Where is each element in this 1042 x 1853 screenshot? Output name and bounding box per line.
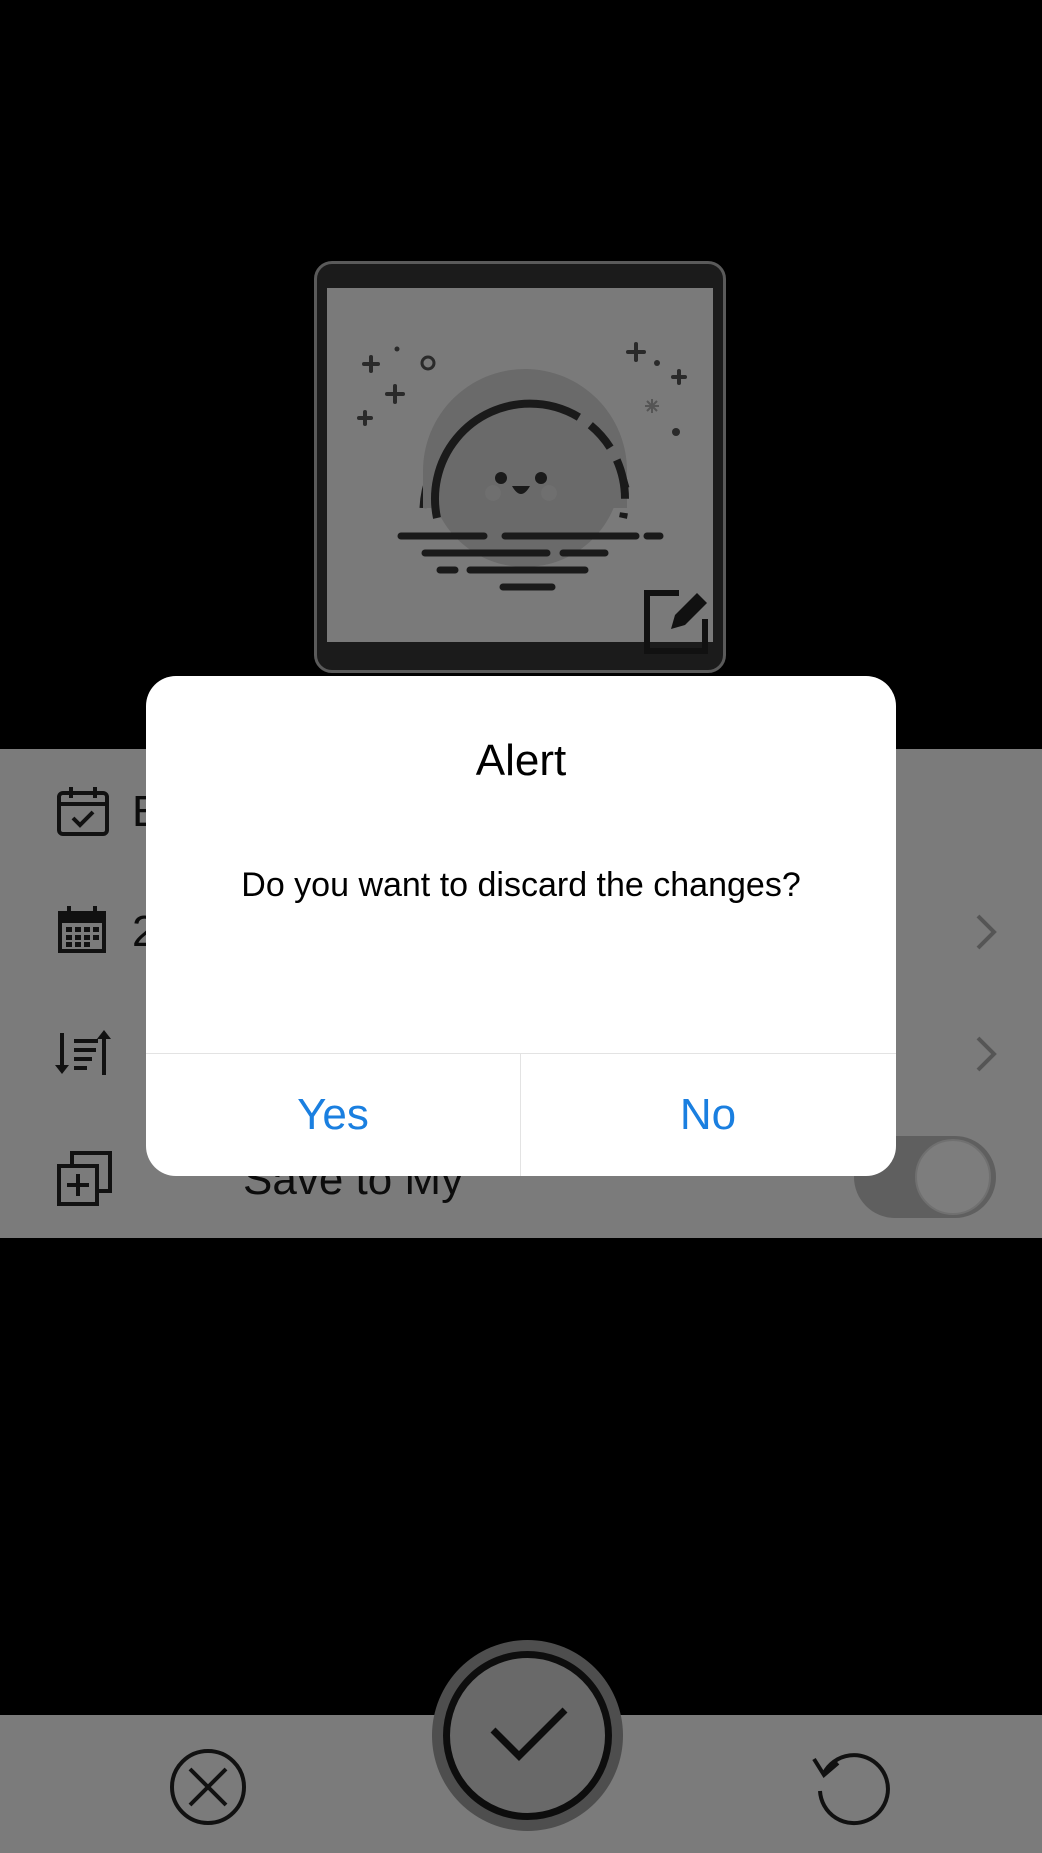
edit-icon[interactable] (641, 585, 713, 657)
chevron-right-icon[interactable] (972, 912, 1000, 952)
alert-dialog: Alert Do you want to discard the changes… (146, 676, 896, 1176)
rotate-left-icon[interactable] (808, 1743, 892, 1827)
close-circle-icon[interactable] (168, 1747, 248, 1827)
calendar-grid-icon (58, 906, 106, 953)
yes-button[interactable]: Yes (146, 1054, 520, 1176)
confirm-button-inner[interactable] (443, 1651, 612, 1820)
photo-frame[interactable] (314, 261, 726, 673)
copy-add-icon (57, 1151, 112, 1206)
dialog-title: Alert (475, 736, 567, 785)
dialog-message: Do you want to discard the changes? (241, 866, 801, 904)
sort-icon (55, 1030, 111, 1075)
toggle-knob (915, 1139, 991, 1215)
app-screen: E 2 (0, 0, 1042, 1853)
calendar-check-icon (57, 787, 109, 836)
checkmark-icon (490, 1707, 568, 1761)
chevron-right-icon[interactable] (972, 1034, 1000, 1074)
no-button[interactable]: No (521, 1054, 895, 1176)
